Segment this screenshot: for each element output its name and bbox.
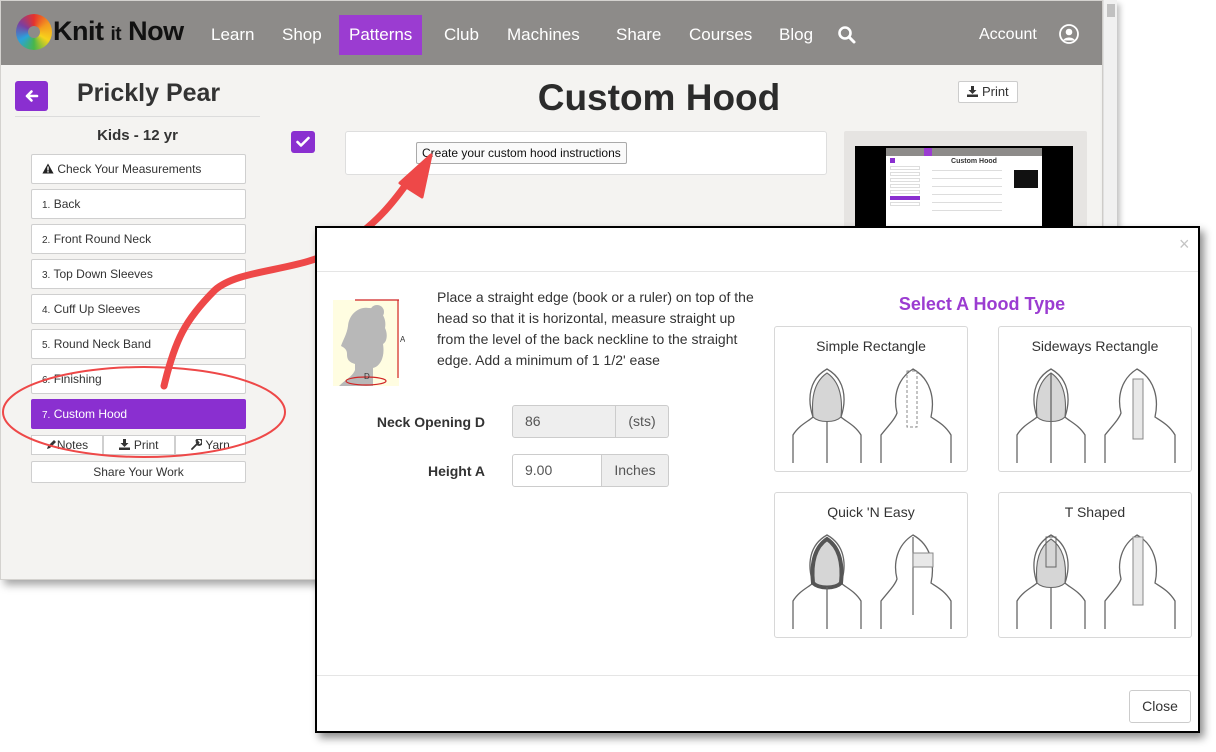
pencil-icon xyxy=(46,440,56,449)
yarn-button[interactable]: Yarn xyxy=(175,435,246,455)
check-measurements-button[interactable]: Check Your Measurements xyxy=(31,154,246,184)
diagram-label-a: A xyxy=(400,335,405,344)
back-button[interactable] xyxy=(15,81,48,111)
share-your-work-button[interactable]: Share Your Work xyxy=(31,461,246,483)
hood-option-sideways-rectangle[interactable]: Sideways Rectangle xyxy=(998,326,1192,472)
close-button[interactable]: Close xyxy=(1129,690,1191,723)
height-label: Height A xyxy=(427,463,485,479)
page-title: Custom Hood xyxy=(537,77,781,118)
custom-hood-dialog: × A D Place a straight edge (book or a r… xyxy=(315,226,1200,733)
nav-item-shop[interactable]: Shop xyxy=(272,15,332,55)
check-measurements-label: Check Your Measurements xyxy=(57,162,202,176)
dialog-footer-divider xyxy=(317,675,1198,676)
create-hood-panel: Create your custom hood instructions xyxy=(345,131,827,175)
nav-item-learn[interactable]: Learn xyxy=(201,15,264,55)
step-cuff-up-sleeves[interactable]: 4. Cuff Up Sleeves xyxy=(31,294,246,324)
completed-checkbox[interactable] xyxy=(291,131,315,153)
warning-icon xyxy=(42,163,54,174)
height-unit: Inches xyxy=(602,454,669,487)
hood-diagram-simple-rectangle xyxy=(792,368,952,463)
hood-option-t-shaped[interactable]: T Shaped xyxy=(998,492,1192,638)
neck-opening-label: Neck Opening D xyxy=(376,414,485,430)
download-icon xyxy=(967,86,979,97)
nav-item-patterns[interactable]: Patterns xyxy=(339,15,423,55)
nav-item-share[interactable]: Share xyxy=(606,15,671,55)
download-icon xyxy=(119,439,131,450)
neck-opening-unit: (sts) xyxy=(616,405,669,438)
create-custom-hood-button[interactable]: Create your custom hood instructions xyxy=(416,142,627,164)
hood-diagram-sideways-rectangle xyxy=(1016,368,1176,463)
size-label: Kids - 12 yr xyxy=(97,127,178,144)
nav-item-club[interactable]: Club xyxy=(434,15,489,55)
sidebar-divider xyxy=(15,116,260,117)
search-icon[interactable] xyxy=(837,25,857,45)
account-link[interactable]: Account xyxy=(979,15,1037,55)
step-top-down-sleeves[interactable]: 3. Top Down Sleeves xyxy=(31,259,246,289)
nav-item-courses[interactable]: Courses xyxy=(679,15,762,55)
sidebar-tool-row: Notes Print Yarn xyxy=(31,435,246,455)
wrench-icon xyxy=(191,438,204,450)
print-button[interactable]: Print xyxy=(103,435,175,455)
step-front-round-neck[interactable]: 2. Front Round Neck xyxy=(31,224,246,254)
head-measurement-diagram: A D xyxy=(333,299,405,386)
hood-option-simple-rectangle[interactable]: Simple Rectangle xyxy=(774,326,968,472)
measurement-instructions: Place a straight edge (book or a ruler) … xyxy=(437,289,754,368)
check-icon xyxy=(296,136,310,147)
video-preview[interactable]: Custom Hood xyxy=(844,131,1087,241)
yarn-swirl-logo-icon xyxy=(16,14,52,50)
print-page-button[interactable]: Print xyxy=(958,81,1018,103)
dialog-header-divider xyxy=(317,271,1198,272)
pattern-name: Prickly Pear xyxy=(77,79,221,107)
top-nav-bar: Knit it Now Learn Shop Patterns Club Mac… xyxy=(1,1,1102,65)
hood-diagram-t-shaped xyxy=(1016,534,1176,629)
user-circle-icon[interactable] xyxy=(1058,23,1080,45)
arrow-left-icon xyxy=(25,90,39,102)
page-scrollbar-thumb[interactable] xyxy=(1107,4,1115,17)
height-input[interactable]: 9.00 xyxy=(512,454,602,487)
step-back[interactable]: 1. Back xyxy=(31,189,246,219)
step-round-neck-band[interactable]: 5. Round Neck Band xyxy=(31,329,246,359)
hood-diagram-quick-n-easy xyxy=(792,534,952,629)
nav-item-blog[interactable]: Blog xyxy=(769,15,823,55)
step-custom-hood[interactable]: 7. Custom Hood xyxy=(31,399,246,429)
diagram-label-d: D xyxy=(364,372,370,381)
hood-option-quick-n-easy[interactable]: Quick 'N Easy xyxy=(774,492,968,638)
notes-button[interactable]: Notes xyxy=(31,435,103,455)
step-finishing[interactable]: 6. Finishing xyxy=(31,364,246,394)
nav-item-machines[interactable]: Machines xyxy=(497,15,590,55)
site-logo[interactable]: Knit it Now xyxy=(16,14,194,50)
video-thumbnail-title: Custom Hood xyxy=(951,158,997,165)
logo-text: Knit it Now xyxy=(53,16,184,46)
neck-opening-input: 86 xyxy=(512,405,616,438)
hood-type-heading: Select A Hood Type xyxy=(898,294,1066,314)
close-icon[interactable]: × xyxy=(1179,234,1190,255)
